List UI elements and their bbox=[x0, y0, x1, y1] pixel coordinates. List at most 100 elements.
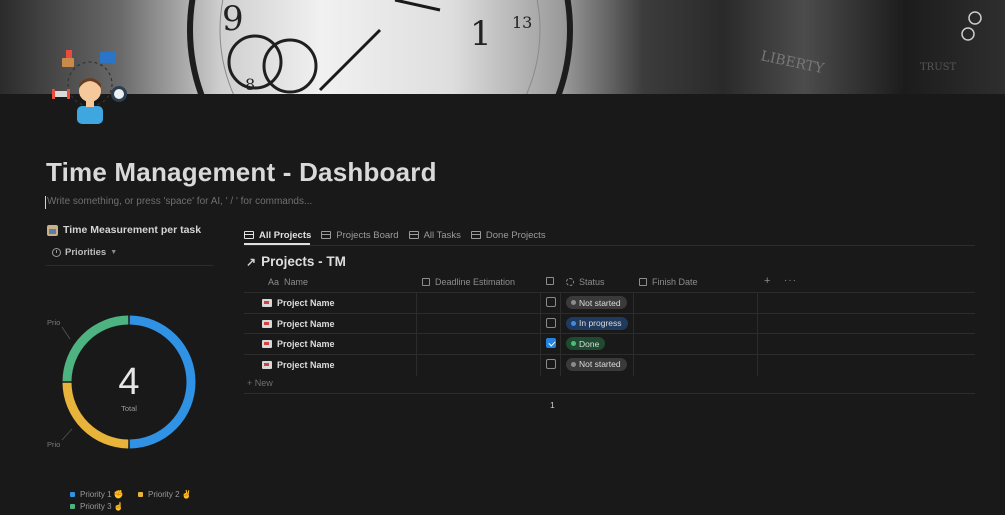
row-name-text: Project Name bbox=[277, 359, 335, 370]
cell-divider bbox=[416, 334, 417, 355]
donut-chart[interactable]: 4Total bbox=[40, 305, 220, 465]
checkbox-icon bbox=[546, 277, 554, 285]
table-row[interactable]: Project Name Done bbox=[244, 333, 975, 355]
table-view-icon bbox=[321, 231, 332, 239]
new-row-button[interactable]: + New bbox=[247, 378, 273, 388]
cell-divider bbox=[560, 293, 561, 314]
svg-text:13: 13 bbox=[512, 13, 532, 32]
tab-label: Done Projects bbox=[485, 229, 546, 241]
column-header-name-label: Name bbox=[284, 277, 309, 287]
table-row[interactable]: Project Name Not started bbox=[244, 292, 975, 314]
status-badge[interactable]: In progress bbox=[566, 316, 628, 330]
status-badge[interactable]: Not started bbox=[566, 357, 627, 371]
cell-divider bbox=[633, 334, 634, 355]
group-by-button[interactable]: Priorities ▼ bbox=[52, 247, 117, 258]
svg-text:1: 1 bbox=[470, 14, 492, 54]
legend-label: Priority 3 ☝ bbox=[80, 502, 124, 511]
more-options-icon[interactable]: ··· bbox=[784, 275, 797, 286]
tab-label: All Projects bbox=[259, 229, 312, 241]
divider bbox=[46, 265, 214, 266]
donut-total-value: 4 bbox=[118, 361, 139, 403]
done-checkbox[interactable] bbox=[546, 338, 556, 348]
page-icon-person[interactable] bbox=[48, 44, 132, 128]
column-header-name[interactable]: Aa Name bbox=[268, 277, 308, 287]
cell-divider bbox=[757, 334, 758, 355]
legend-label: Priority 1 ✊ bbox=[80, 490, 124, 499]
text-type-icon: Aa bbox=[268, 277, 280, 287]
tab-label: Projects Board bbox=[336, 229, 399, 241]
callout-label-top: Prio bbox=[47, 318, 61, 327]
cell-divider bbox=[540, 293, 541, 314]
row-name-cell[interactable]: Project Name bbox=[262, 339, 335, 349]
table-view-icon bbox=[408, 231, 419, 239]
cell-divider bbox=[633, 313, 634, 335]
row-name-text: Project Name bbox=[277, 298, 335, 308]
legend-item: Priority 1 ✊ bbox=[70, 490, 124, 499]
column-header-finish[interactable]: Finish Date bbox=[639, 277, 698, 287]
status-dot bbox=[571, 300, 576, 305]
chevron-down-icon: ▼ bbox=[110, 249, 118, 256]
legend-label: Priority 2 ✌ bbox=[148, 490, 192, 499]
table-row[interactable]: Project Name In progress bbox=[244, 312, 975, 335]
svg-text:LIBERTY: LIBERTY bbox=[759, 48, 826, 77]
chart-title[interactable]: Time Measurement per task bbox=[47, 224, 201, 236]
svg-text:9: 9 bbox=[222, 0, 244, 39]
tab-done-projects[interactable]: Done Projects bbox=[470, 226, 546, 244]
column-header-status-label: Status bbox=[579, 277, 605, 287]
project-icon bbox=[262, 340, 272, 348]
cell-divider bbox=[540, 334, 541, 355]
cell-divider bbox=[540, 354, 541, 376]
column-header-deadline[interactable]: Deadline Estimation bbox=[422, 277, 515, 287]
callout-line bbox=[61, 428, 73, 441]
cell-divider bbox=[757, 293, 758, 314]
calendar-icon bbox=[639, 278, 647, 286]
clock-icon bbox=[52, 248, 61, 257]
table-view-icon bbox=[244, 231, 254, 239]
done-checkbox[interactable] bbox=[546, 317, 556, 328]
project-icon bbox=[262, 360, 272, 369]
column-header-status[interactable]: Status bbox=[566, 277, 605, 287]
row-count: 1 bbox=[550, 400, 555, 410]
table-row[interactable]: Project Name Not started bbox=[244, 353, 975, 376]
cell-divider bbox=[540, 313, 541, 335]
cell-divider bbox=[633, 293, 634, 314]
page-title[interactable]: Time Management - Dashboard bbox=[46, 157, 437, 188]
status-text: In progress bbox=[579, 318, 622, 328]
row-name-cell[interactable]: Project Name bbox=[262, 319, 335, 329]
database-title-text: Projects - TM bbox=[261, 254, 346, 269]
cell-divider bbox=[560, 354, 561, 376]
callout-line bbox=[61, 326, 71, 340]
database-title[interactable]: ↗ Projects - TM bbox=[246, 254, 346, 269]
row-name-text: Project Name bbox=[277, 339, 335, 349]
status-text: Not started bbox=[579, 297, 621, 308]
command-placeholder[interactable]: Write something, or press 'space' for AI… bbox=[47, 196, 312, 207]
tab-all-tasks[interactable]: All Tasks bbox=[408, 226, 461, 244]
status-badge[interactable]: Done bbox=[566, 337, 606, 350]
legend-swatch bbox=[138, 492, 143, 497]
status-text: Not started bbox=[579, 359, 621, 369]
row-name-cell[interactable]: Project Name bbox=[262, 360, 335, 370]
status-badge[interactable]: Not started bbox=[566, 296, 627, 309]
table-view-icon bbox=[470, 231, 481, 239]
tab-projects-board[interactable]: Projects Board bbox=[321, 226, 399, 244]
status-dot bbox=[571, 361, 576, 367]
text-caret bbox=[45, 196, 46, 209]
done-checkbox[interactable] bbox=[546, 358, 556, 369]
legend-swatch bbox=[70, 504, 75, 509]
cell-divider bbox=[560, 313, 561, 335]
status-icon bbox=[566, 278, 574, 286]
add-column-icon[interactable]: + bbox=[764, 275, 770, 287]
legend-item: Priority 3 ☝ bbox=[70, 502, 124, 511]
legend-swatch bbox=[70, 492, 75, 497]
column-header-done[interactable] bbox=[546, 277, 554, 285]
cover-image: 9 1 13 8 LIBERTY TRUST bbox=[0, 0, 1005, 94]
done-checkbox[interactable] bbox=[546, 297, 556, 307]
status-dot bbox=[571, 341, 576, 346]
divider bbox=[244, 245, 975, 246]
calendar-icon bbox=[47, 224, 58, 236]
tab-all-projects[interactable]: All Projects bbox=[244, 226, 311, 244]
donut-total-label: Total bbox=[121, 404, 137, 413]
cell-divider bbox=[757, 354, 758, 376]
row-name-cell[interactable]: Project Name bbox=[262, 298, 335, 308]
calendar-icon bbox=[422, 278, 430, 286]
